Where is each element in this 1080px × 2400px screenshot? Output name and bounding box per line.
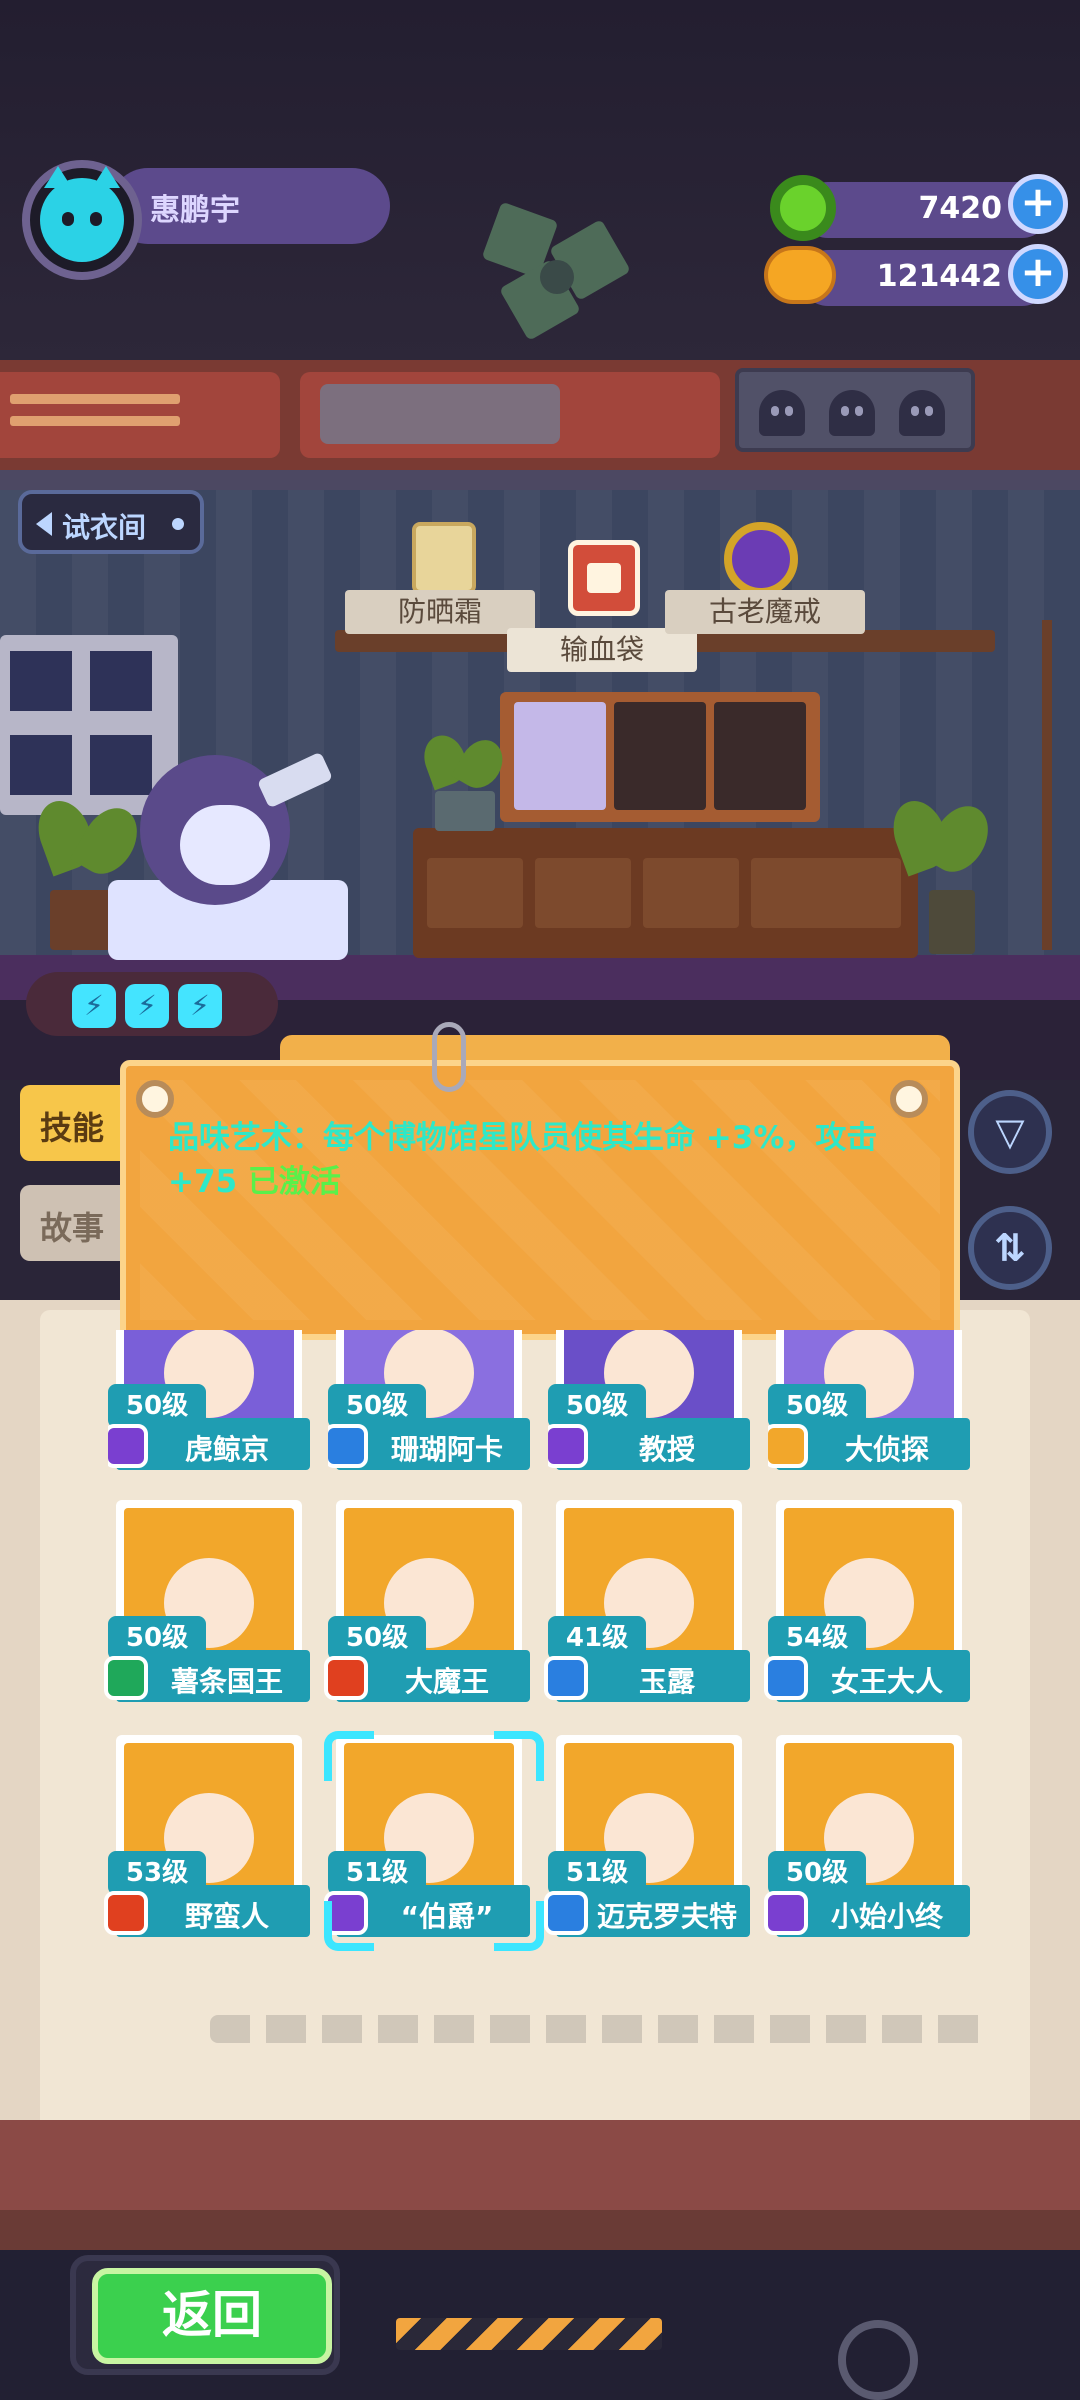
selection-bracket — [494, 1901, 544, 1951]
sort-button[interactable]: ⇅ — [968, 1206, 1052, 1290]
character-name: 迈克罗夫特 — [596, 1900, 737, 1933]
tab-skill[interactable]: 技能 — [20, 1085, 130, 1161]
character-name: 教授 — [638, 1433, 695, 1466]
character-card[interactable]: 51级 “伯爵” — [324, 1731, 544, 1951]
ring-item[interactable] — [724, 522, 798, 596]
ghost-display — [735, 368, 975, 452]
character-name: 珊瑚阿卡 — [390, 1433, 503, 1466]
add-currency-button[interactable]: + — [1008, 244, 1068, 304]
skill-text-mid: ，攻击 — [784, 1120, 878, 1156]
fan-decoration — [470, 200, 640, 350]
tab-skill-label: 技能 — [40, 1109, 105, 1147]
skill-hp-bonus: +3% — [705, 1120, 785, 1156]
character-card[interactable]: 54级 女王大人 — [764, 1500, 970, 1710]
energy-icon: ⚡ — [125, 984, 169, 1028]
sunscreen-label: 防晒霜 — [345, 590, 535, 634]
fitting-room-label: 试衣间 — [62, 511, 147, 544]
character-name: 大魔王 — [404, 1665, 489, 1698]
class-badge-icon — [104, 1891, 148, 1935]
character-card[interactable]: 51级 迈克罗夫特 — [544, 1735, 750, 1945]
skill-text: 品味艺术：每个博物馆星队员使其生命 — [168, 1120, 706, 1156]
character-sprite[interactable] — [110, 745, 340, 975]
fitting-room-button[interactable]: 试衣间 — [18, 490, 204, 554]
rivet — [136, 1080, 174, 1118]
sunscreen-item[interactable] — [412, 522, 476, 594]
top-shelf — [0, 360, 1080, 470]
blood-bag-label: 输血袋 — [507, 628, 697, 672]
character-card[interactable]: 50级 大魔王 — [324, 1500, 530, 1710]
class-badge-icon — [764, 1891, 808, 1935]
class-badge-icon — [544, 1656, 588, 1700]
class-badge-icon — [544, 1891, 588, 1935]
skill-description: 品味艺术：每个博物馆星队员使其生命 +3%，攻击 +75 已激活 — [168, 1116, 908, 1204]
chevron-left-icon — [36, 512, 52, 536]
filter-button[interactable]: ▽ — [968, 1090, 1052, 1174]
currency-value: 7420 — [918, 191, 1003, 226]
energy-icon: ⚡ — [178, 984, 222, 1028]
character-name: 野蛮人 — [184, 1900, 269, 1933]
paperclip-icon — [432, 1022, 466, 1092]
tab-story-label: 故事 — [40, 1209, 105, 1247]
blood-bag-item[interactable] — [568, 540, 640, 616]
class-badge-icon — [324, 1656, 368, 1700]
ring-label: 古老魔戒 — [665, 590, 865, 634]
character-card[interactable]: 53级 野蛮人 — [104, 1735, 310, 1945]
character-card[interactable]: 50级 珊瑚阿卡 — [328, 1330, 530, 1480]
character-name: 女王大人 — [830, 1665, 943, 1698]
character-card[interactable]: 50级 小始小终 — [764, 1735, 970, 1945]
character-card[interactable]: 50级 教授 — [548, 1330, 750, 1480]
character-card[interactable]: 50级 虎鲸京 — [108, 1330, 310, 1480]
skill-atk-bonus: +75 — [168, 1164, 238, 1200]
character-name: 虎鲸京 — [184, 1433, 269, 1466]
class-badge-icon — [328, 1424, 368, 1468]
filter-icon: ▽ — [995, 1110, 1025, 1154]
dot-icon — [172, 518, 184, 530]
desk — [413, 828, 918, 958]
coat-stand — [1042, 620, 1052, 950]
add-currency-button[interactable]: + — [1008, 174, 1068, 234]
class-badge-icon — [108, 1424, 148, 1468]
character-card[interactable]: 50级 薯条国王 — [104, 1500, 310, 1710]
class-badge-icon — [548, 1424, 588, 1468]
character-name: 薯条国王 — [170, 1665, 283, 1698]
planet-coin-icon — [764, 246, 836, 304]
circle-decoration — [838, 2320, 918, 2400]
shelf-strip — [0, 470, 1080, 490]
tab-story[interactable]: 故事 — [20, 1185, 130, 1261]
display-cabinet — [500, 692, 820, 822]
hazard-stripe — [396, 2318, 662, 2350]
player-name: 惠鹏宇 — [150, 193, 240, 228]
character-name: 大侦探 — [844, 1433, 929, 1466]
currency-value: 121442 — [876, 259, 1002, 294]
blurred-hint-text — [210, 2015, 990, 2043]
back-button[interactable]: 返回 — [92, 2268, 332, 2364]
energy-icon: ⚡ — [72, 984, 116, 1028]
selection-bracket — [324, 1731, 374, 1781]
cat-face-icon — [40, 166, 124, 262]
selection-bracket — [494, 1731, 544, 1781]
donut-coin-icon — [770, 175, 836, 241]
class-badge-icon — [768, 1424, 808, 1468]
character-name: 小始小终 — [830, 1900, 943, 1933]
character-card[interactable]: 41级 玉露 — [544, 1500, 750, 1710]
character-name: 玉露 — [638, 1665, 695, 1698]
class-badge-icon — [764, 1656, 808, 1700]
character-card[interactable]: 50级 大侦探 — [768, 1330, 970, 1480]
rivet — [890, 1080, 928, 1118]
selection-bracket — [324, 1901, 374, 1951]
skill-status: 已激活 — [237, 1164, 341, 1200]
class-badge-icon — [104, 1656, 148, 1700]
sort-icon: ⇅ — [994, 1226, 1026, 1270]
